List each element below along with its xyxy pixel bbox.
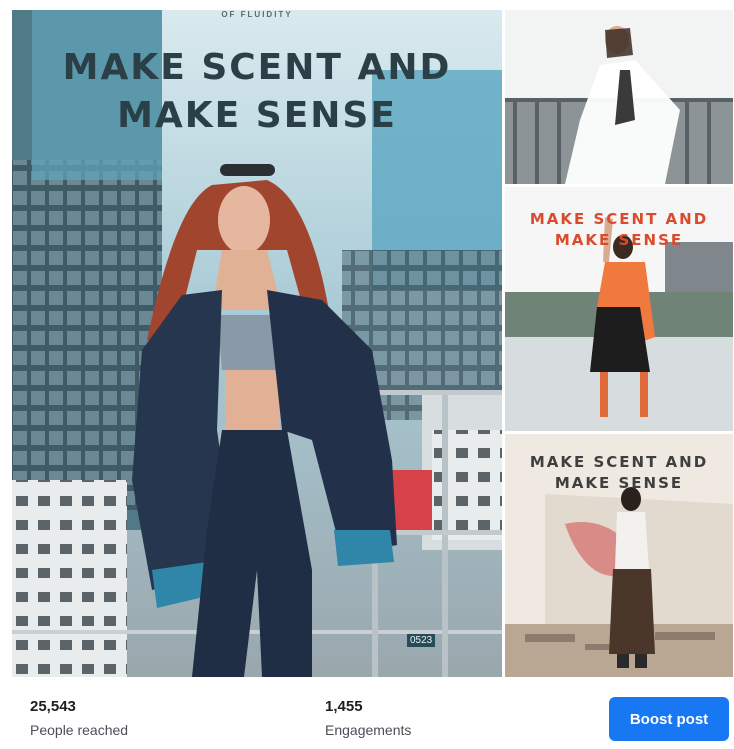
engagements-stat[interactable]: 1,455 Engagements xyxy=(325,698,411,739)
main-photo[interactable]: OF FLUIDITY MAKE SCENT AND MAKE SENSE 05… xyxy=(12,10,502,677)
top-right-photo[interactable] xyxy=(505,10,733,184)
headline-line-1: MAKE SCENT AND xyxy=(529,453,709,471)
main-image-headline: MAKE SCENT AND MAKE SENSE xyxy=(12,44,502,140)
middle-right-headline: MAKE SCENT AND MAKE SENSE xyxy=(505,209,733,251)
post-insights-bar: 25,543 People reached 1,455 Engagements … xyxy=(0,677,734,749)
post-photo-collage[interactable]: OF FLUIDITY MAKE SCENT AND MAKE SENSE 05… xyxy=(12,10,733,677)
headline-line-2: MAKE SENSE xyxy=(117,95,397,136)
people-reached-stat[interactable]: 25,543 People reached xyxy=(30,698,128,739)
image-kicker-text: OF FLUIDITY xyxy=(221,10,293,19)
bottom-right-headline: MAKE SCENT AND MAKE SENSE xyxy=(505,452,733,494)
engagements-label: Engagements xyxy=(325,722,412,738)
headline-line-2: MAKE SENSE xyxy=(554,231,684,249)
bottom-right-photo[interactable]: MAKE SCENT AND MAKE SENSE xyxy=(505,434,733,677)
street-sign-text: 0523 xyxy=(407,634,436,647)
balcony-scene xyxy=(505,10,733,184)
headline-line-2: MAKE SENSE xyxy=(554,474,684,492)
headline-line-1: MAKE SCENT AND xyxy=(529,210,709,228)
people-reached-value: 25,543 xyxy=(30,698,76,715)
boost-post-button[interactable]: Boost post xyxy=(609,697,729,741)
middle-right-photo[interactable]: MAKE SCENT AND MAKE SENSE xyxy=(505,187,733,431)
engagements-value: 1,455 xyxy=(325,698,363,715)
people-reached-label: People reached xyxy=(30,722,129,738)
headline-line-1: MAKE SCENT AND xyxy=(62,47,452,88)
